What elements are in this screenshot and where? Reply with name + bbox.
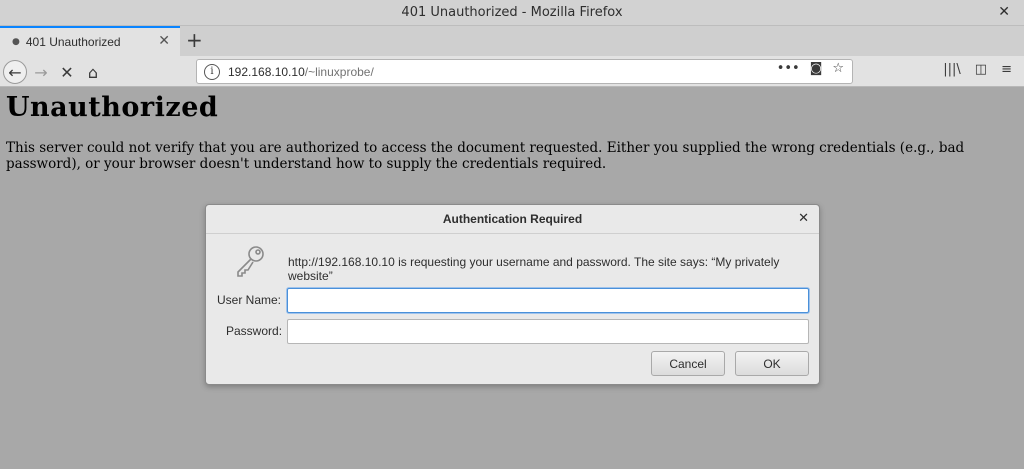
tab-401-unauthorized[interactable]: ● 401 Unauthorized ✕ [0, 26, 180, 56]
tab-loading-icon: ● [12, 37, 20, 47]
pocket-icon[interactable]: ◙ [810, 61, 823, 76]
window-titlebar: 401 Unauthorized - Mozilla Firefox ✕ [0, 0, 1024, 26]
username-label: User Name: [217, 293, 282, 307]
window-close-icon[interactable]: ✕ [998, 4, 1010, 20]
password-label: Password: [226, 324, 283, 338]
password-input[interactable] [287, 319, 809, 344]
page-heading: Unauthorized [6, 92, 219, 123]
url-host: 192.168.10.10 [228, 64, 305, 79]
forward-button[interactable]: → [29, 60, 53, 84]
url-path: /~linuxprobe/ [304, 64, 374, 79]
url-bar[interactable]: i 192.168.10.10/~linuxprobe/ ••• ◙ ☆ [196, 59, 853, 84]
dialog-close-icon[interactable]: ✕ [798, 211, 809, 226]
back-button[interactable]: ← [3, 60, 27, 84]
page-body-text: This server could not verify that you ar… [6, 140, 965, 172]
stop-button[interactable]: ✕ [55, 60, 79, 84]
page-actions-icon[interactable]: ••• [777, 61, 800, 76]
url-text[interactable]: 192.168.10.10/~linuxprobe/ [228, 65, 374, 79]
username-input[interactable] [287, 288, 809, 313]
tab-bar: ● 401 Unauthorized ✕ + [0, 26, 1024, 56]
ok-button[interactable]: OK [735, 351, 809, 376]
dialog-title: Authentication Required [206, 205, 819, 234]
cancel-button[interactable]: Cancel [651, 351, 725, 376]
library-icon[interactable]: |||\ [943, 62, 961, 77]
site-info-icon[interactable]: i [204, 63, 220, 80]
key-icon [237, 246, 264, 277]
bookmark-star-icon[interactable]: ☆ [832, 61, 844, 76]
navigation-toolbar: ← → ✕ ⌂ i 192.168.10.10/~linuxprobe/ •••… [0, 56, 1024, 87]
sidebar-icon[interactable]: ◫ [975, 62, 987, 77]
home-button[interactable]: ⌂ [81, 60, 105, 84]
menu-icon[interactable]: ≡ [1001, 62, 1012, 77]
tab-label: 401 Unauthorized [25, 35, 121, 49]
auth-dialog: Authentication Required ✕ http://192.168… [205, 204, 820, 385]
tab-close-icon[interactable]: ✕ [158, 33, 170, 49]
window-title: 401 Unauthorized - Mozilla Firefox [401, 5, 623, 20]
new-tab-icon[interactable]: + [186, 28, 203, 52]
dialog-message: http://192.168.10.10 is requesting your … [288, 255, 780, 283]
